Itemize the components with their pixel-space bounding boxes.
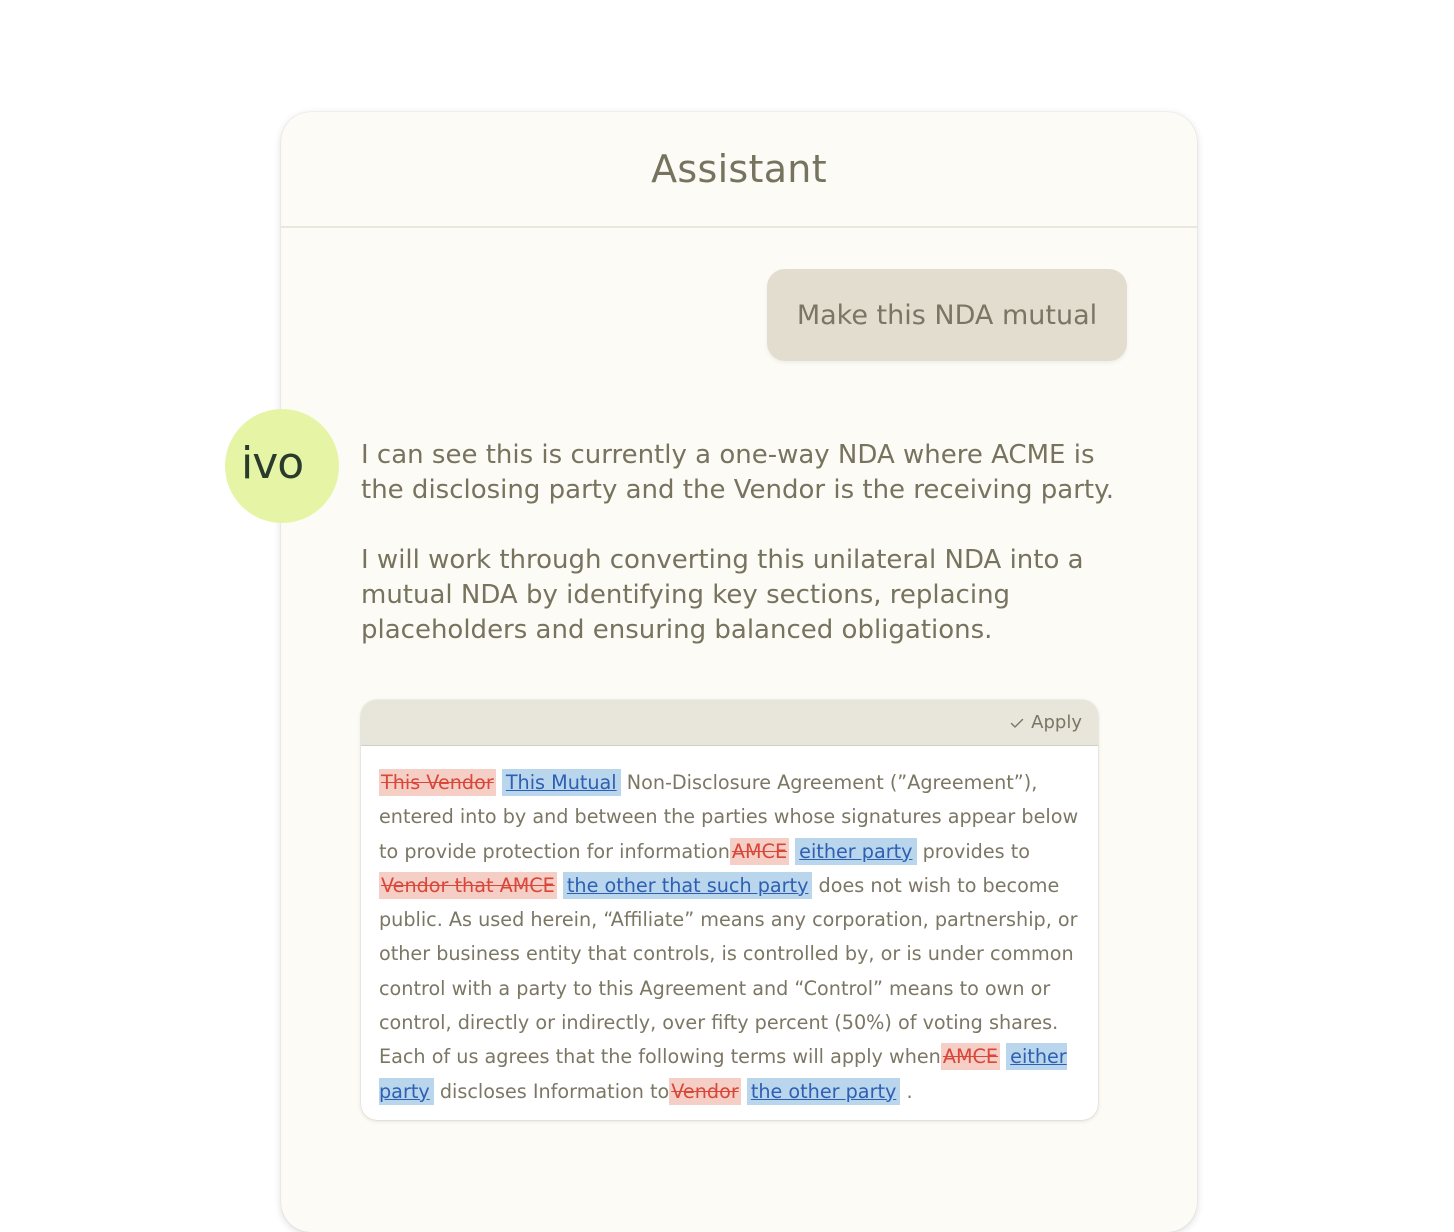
inserted-text: either party: [795, 837, 917, 865]
body-text: does not wish to become public. As used …: [379, 873, 1078, 1069]
body-text: provides to: [922, 839, 1031, 863]
ivo-avatar: ivo: [225, 409, 339, 523]
body-text: discloses Information to: [439, 1079, 670, 1103]
ivo-logo: ivo: [241, 434, 323, 499]
user-message-bubble: Make this NDA mutual: [767, 269, 1127, 361]
deleted-text: Vendor: [669, 1077, 741, 1105]
inserted-text: the other party: [746, 1077, 901, 1105]
deleted-text: AMCE: [940, 1043, 1001, 1071]
check-icon: [1009, 715, 1025, 731]
assistant-panel: Assistant Make this NDA mutual I can see…: [281, 112, 1197, 1232]
suggestion-card-header: Apply: [361, 700, 1098, 746]
apply-label: Apply: [1031, 712, 1082, 733]
deleted-text: Vendor that AMCE: [379, 871, 557, 899]
user-message-text: Make this NDA mutual: [796, 299, 1098, 331]
apply-button[interactable]: Apply: [1009, 712, 1082, 733]
assistant-paragraph: I will work through converting this unil…: [361, 545, 1084, 645]
assistant-message: I can see this is currently a one-way ND…: [361, 438, 1131, 683]
panel-title: Assistant: [651, 147, 827, 191]
redline-text: This Vendor This Mutual Non-Disclosure A…: [361, 746, 1098, 1109]
assistant-paragraph: I can see this is currently a one-way ND…: [361, 440, 1115, 505]
deleted-text: AMCE: [729, 837, 790, 865]
inserted-text: This Mutual: [501, 769, 621, 796]
body-text: .: [906, 1079, 913, 1103]
suggestion-card: Apply This Vendor This Mutual Non-Disclo…: [361, 700, 1098, 1120]
inserted-text: the other that such party: [562, 871, 813, 899]
deleted-text: This Vendor: [379, 769, 496, 796]
svg-text:ivo: ivo: [241, 438, 303, 488]
panel-header: Assistant: [281, 112, 1197, 228]
